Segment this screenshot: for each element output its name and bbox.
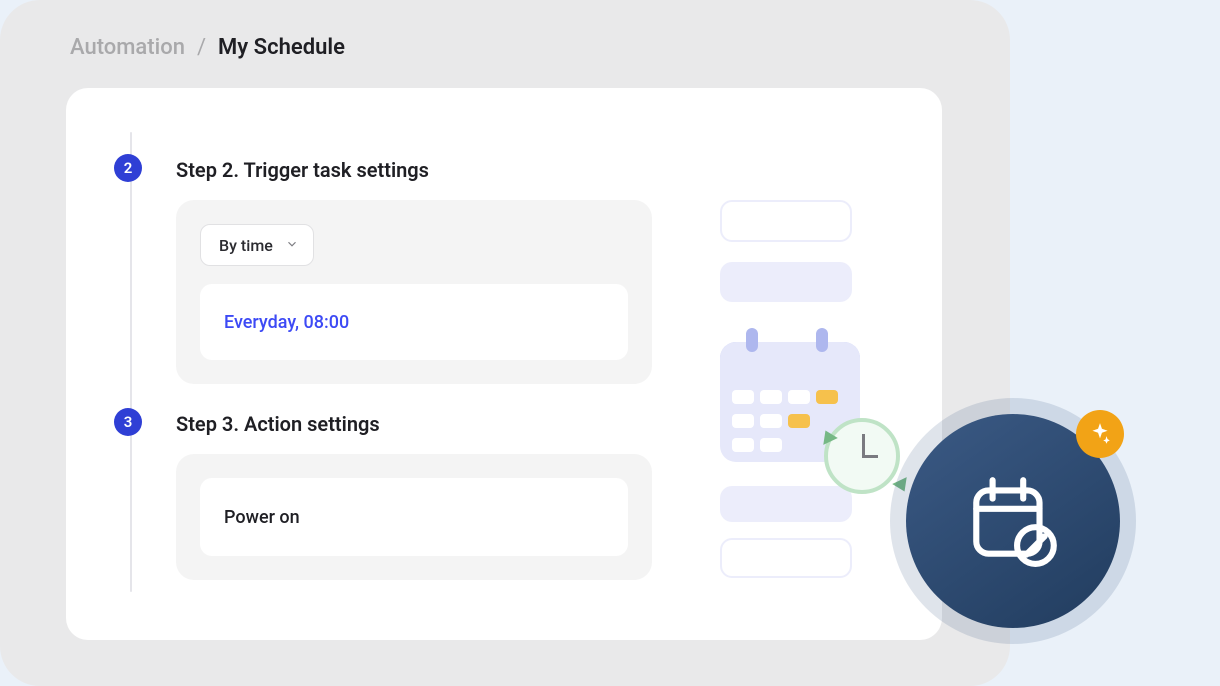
schedule-edit-icon (962, 468, 1064, 574)
calendar-clock-illustration (720, 320, 880, 490)
schedule-card: 2 Step 2. Trigger task settings By time … (66, 88, 942, 640)
action-summary-text: Power on (224, 507, 300, 528)
breadcrumb-separator: / (197, 35, 206, 60)
trigger-summary-text: Everyday, 08:00 (224, 312, 349, 333)
action-settings-box: Power on (176, 454, 652, 580)
preview-placeholder-2 (720, 262, 852, 302)
step-2-number: 2 (124, 159, 133, 177)
step-2-title: Step 2. Trigger task settings (176, 158, 429, 182)
preview-placeholder-3 (720, 486, 852, 522)
step-3-badge: 3 (114, 408, 142, 436)
trigger-type-select[interactable]: By time (200, 224, 314, 266)
schedule-edit-fab[interactable] (906, 414, 1120, 628)
step-timeline (130, 132, 132, 592)
sparkle-icon (1076, 410, 1124, 458)
step-3-title: Step 3. Action settings (176, 412, 380, 436)
preview-placeholder-1 (720, 200, 852, 242)
action-summary-row[interactable]: Power on (200, 478, 628, 556)
trigger-settings-box: By time Everyday, 08:00 (176, 200, 652, 384)
step-3-number: 3 (124, 413, 133, 431)
chevron-down-icon (285, 236, 299, 255)
trigger-summary-row[interactable]: Everyday, 08:00 (200, 284, 628, 360)
breadcrumb-current: My Schedule (218, 35, 345, 60)
clock-refresh-icon (824, 418, 900, 494)
breadcrumb: Automation / My Schedule (70, 35, 345, 60)
trigger-type-label: By time (219, 236, 273, 255)
preview-placeholder-4 (720, 538, 852, 578)
step-2-badge: 2 (114, 154, 142, 182)
breadcrumb-parent[interactable]: Automation (70, 35, 185, 60)
